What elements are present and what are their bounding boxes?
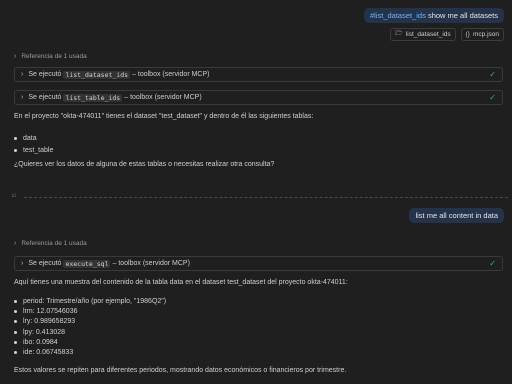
references-label: Referencia de 1 usada: [21, 240, 87, 247]
tool-call-execute-sql[interactable]: › Se ejecutó execute_sql – toolbox (serv…: [14, 256, 503, 271]
list-item: data: [14, 132, 53, 144]
answer-intro: En el proyecto "okta-474011" tienes el d…: [14, 113, 314, 120]
user-message-2: list me all content in data: [409, 208, 504, 223]
list-item: test_table: [14, 144, 53, 156]
table-list: data test_table: [14, 132, 53, 156]
tool-call-prefix: Se ejecutó: [28, 260, 62, 267]
tool-call-suffix: – toolbox (servidor MCP): [124, 94, 202, 101]
references-label: Referencia de 1 usada: [21, 53, 87, 60]
list-item: lpy: 0.413028: [14, 327, 166, 337]
bullet-icon: [14, 351, 17, 355]
chevron-right-icon: ›: [14, 53, 17, 60]
bullet-icon: [14, 299, 17, 303]
user-message-1: #list_dataset_ids show me all datasets: [363, 8, 504, 23]
tool-name: list_dataset_ids: [63, 70, 131, 79]
bullet-icon: [14, 148, 17, 152]
chevron-right-icon: ›: [21, 71, 24, 78]
attachment-label: mcp.json: [472, 31, 499, 38]
check-icon: ✓: [489, 70, 496, 79]
tool-call-suffix: – toolbox (servidor MCP): [112, 260, 190, 267]
references-toggle[interactable]: › Referencia de 1 usada: [14, 240, 87, 247]
tool-call-prefix: Se ejecutó: [28, 94, 62, 101]
list-item: lry: 0.989658293: [14, 317, 166, 327]
tool-name: list_table_ids: [63, 93, 123, 102]
user-message-text: list me all content in data: [415, 211, 498, 220]
tool-call-suffix: – toolbox (servidor MCP): [132, 71, 210, 78]
user-message-text: show me all datasets: [427, 11, 498, 20]
tool-call-list-dataset-ids[interactable]: › Se ejecutó list_dataset_ids – toolbox …: [14, 67, 503, 82]
bullet-icon: [14, 330, 17, 334]
attachment-label: list_dataset_ids: [405, 31, 451, 38]
list-item: ide: 0.06745833: [14, 347, 166, 357]
tool-icon: 🗁: [394, 30, 403, 37]
list-item: period: Trimestre/año (por ejemplo, "198…: [14, 296, 166, 306]
list-item: ibo: 0.0984: [14, 337, 166, 347]
answer-intro: Aquí tienes una muestra del contenido de…: [14, 279, 348, 286]
check-icon: ✓: [489, 93, 496, 102]
bullet-icon: [14, 340, 17, 344]
data-sample-list: period: Trimestre/año (por ejemplo, "198…: [14, 296, 166, 358]
list-item: lrm: 12.07546036: [14, 306, 166, 316]
bullet-icon: [14, 309, 17, 313]
tool-reference-hashtag[interactable]: #list_dataset_ids: [370, 11, 426, 20]
attachment-chip-file[interactable]: {} mcp.json: [460, 28, 504, 41]
chat-panel: #list_dataset_ids show me all datasets 🗁…: [0, 0, 512, 384]
turn-divider: [24, 197, 508, 198]
attachments-row: 🗁 list_dataset_ids {} mcp.json: [389, 28, 504, 41]
tool-name: execute_sql: [63, 259, 111, 268]
chevron-right-icon: ›: [14, 240, 17, 247]
bullet-icon: [14, 136, 17, 140]
chevron-right-icon: ›: [21, 94, 24, 101]
attachment-chip-tool[interactable]: 🗁 list_dataset_ids: [389, 28, 456, 41]
chevron-right-icon: ›: [21, 260, 24, 267]
json-file-icon: {}: [465, 31, 470, 38]
bookmark-icon[interactable]: ⌑: [12, 192, 16, 200]
tool-call-list-table-ids[interactable]: › Se ejecutó list_table_ids – toolbox (s…: [14, 90, 503, 105]
references-toggle[interactable]: › Referencia de 1 usada: [14, 53, 87, 60]
answer-question: ¿Quieres ver los datos de alguna de esta…: [14, 161, 275, 168]
tool-call-prefix: Se ejecutó: [28, 71, 62, 78]
bullet-icon: [14, 320, 17, 324]
check-icon: ✓: [489, 259, 496, 268]
answer-footer: Estos valores se repiten para diferentes…: [14, 367, 347, 374]
